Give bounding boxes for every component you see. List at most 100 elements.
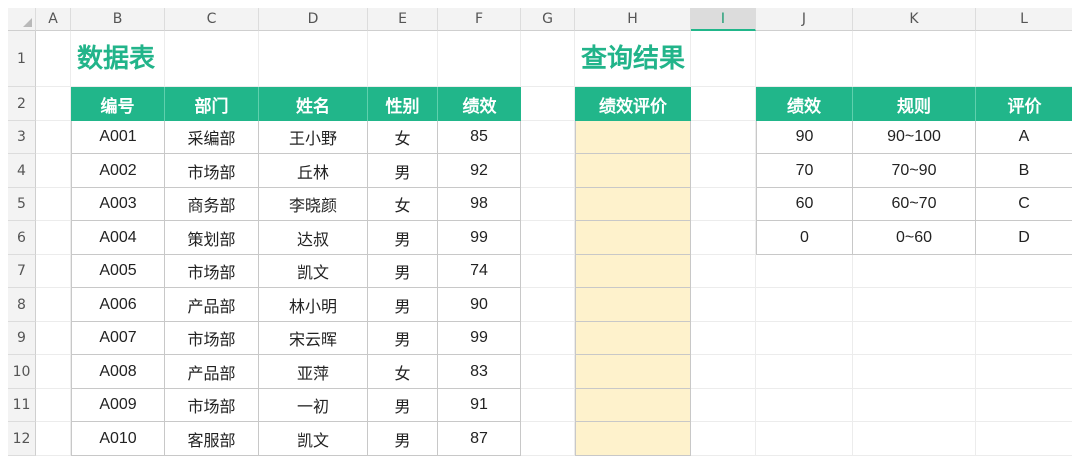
data-table-cell[interactable]: 99 <box>438 221 521 255</box>
rule-table-cell[interactable]: 90~100 <box>853 121 976 154</box>
data-table-header[interactable]: 绩效 <box>438 87 521 121</box>
row-header-4[interactable]: 4 <box>8 154 36 188</box>
row-header-9[interactable]: 9 <box>8 322 36 355</box>
data-table-cell[interactable]: 一初 <box>259 389 368 422</box>
query-result-cell[interactable] <box>575 221 691 255</box>
row-header-10[interactable]: 10 <box>8 355 36 389</box>
data-table-cell[interactable]: 采编部 <box>165 121 259 154</box>
query-result-cell[interactable] <box>575 121 691 154</box>
row-header-7[interactable]: 7 <box>8 255 36 288</box>
data-table-cell[interactable]: 市场部 <box>165 154 259 188</box>
query-result-cell[interactable] <box>575 288 691 322</box>
data-table-cell[interactable]: 90 <box>438 288 521 322</box>
column-header-k[interactable]: K <box>853 8 976 31</box>
data-table-cell[interactable]: 男 <box>368 154 438 188</box>
column-header-f[interactable]: F <box>438 8 521 31</box>
data-table-cell[interactable]: A010 <box>71 422 165 456</box>
select-all-corner[interactable] <box>8 8 36 31</box>
rule-table-cell[interactable]: 60 <box>756 188 853 221</box>
row-header-5[interactable]: 5 <box>8 188 36 221</box>
rule-table-cell[interactable]: D <box>976 221 1073 255</box>
rule-table-cell[interactable]: 90 <box>756 121 853 154</box>
data-table-header[interactable]: 部门 <box>165 87 259 121</box>
data-table-cell[interactable]: A002 <box>71 154 165 188</box>
data-table-header[interactable]: 性别 <box>368 87 438 121</box>
column-header-e[interactable]: E <box>368 8 438 31</box>
row-header-3[interactable]: 3 <box>8 121 36 154</box>
data-table-cell[interactable]: 市场部 <box>165 389 259 422</box>
data-table-cell[interactable]: 男 <box>368 389 438 422</box>
data-table-cell[interactable]: 丘林 <box>259 154 368 188</box>
query-result-header[interactable]: 绩效评价 <box>575 87 691 121</box>
query-result-cell[interactable] <box>575 255 691 288</box>
data-table-cell[interactable]: A005 <box>71 255 165 288</box>
data-table-cell[interactable]: 92 <box>438 154 521 188</box>
data-table-cell[interactable]: 男 <box>368 422 438 456</box>
query-result-cell[interactable] <box>575 154 691 188</box>
data-table-cell[interactable]: A008 <box>71 355 165 389</box>
rule-table-cell[interactable]: 0~60 <box>853 221 976 255</box>
data-table-cell[interactable]: A007 <box>71 322 165 355</box>
rule-table-header[interactable]: 评价 <box>976 87 1073 121</box>
rule-table-header[interactable]: 规则 <box>853 87 976 121</box>
row-header-8[interactable]: 8 <box>8 288 36 322</box>
data-table-cell[interactable]: 男 <box>368 322 438 355</box>
rule-table-cell[interactable]: B <box>976 154 1073 188</box>
data-table-cell[interactable]: 市场部 <box>165 255 259 288</box>
row-header-2[interactable]: 2 <box>8 87 36 121</box>
data-table-cell[interactable]: 98 <box>438 188 521 221</box>
data-table-cell[interactable]: 女 <box>368 188 438 221</box>
data-table-cell[interactable]: 女 <box>368 121 438 154</box>
data-table-cell[interactable]: 商务部 <box>165 188 259 221</box>
data-table-cell[interactable]: 99 <box>438 322 521 355</box>
column-header-l[interactable]: L <box>976 8 1073 31</box>
column-header-h[interactable]: H <box>575 8 691 31</box>
data-table-cell[interactable]: 亚萍 <box>259 355 368 389</box>
data-table-cell[interactable]: 74 <box>438 255 521 288</box>
data-table-cell[interactable]: 83 <box>438 355 521 389</box>
data-table-cell[interactable]: 林小明 <box>259 288 368 322</box>
row-header-6[interactable]: 6 <box>8 221 36 255</box>
rule-table-cell[interactable]: A <box>976 121 1073 154</box>
column-header-a[interactable]: A <box>36 8 71 31</box>
data-table-cell[interactable]: 85 <box>438 121 521 154</box>
data-table-cell[interactable]: 李晓颜 <box>259 188 368 221</box>
data-table-cell[interactable]: 凯文 <box>259 255 368 288</box>
query-result-cell[interactable] <box>575 389 691 422</box>
data-table-cell[interactable]: A003 <box>71 188 165 221</box>
column-header-i[interactable]: I <box>691 8 756 31</box>
data-table-cell[interactable]: 产品部 <box>165 355 259 389</box>
query-result-cell[interactable] <box>575 322 691 355</box>
data-table-header[interactable]: 姓名 <box>259 87 368 121</box>
column-header-b[interactable]: B <box>71 8 165 31</box>
rule-table-cell[interactable]: 70~90 <box>853 154 976 188</box>
rule-table-cell[interactable]: C <box>976 188 1073 221</box>
data-table-cell[interactable]: A009 <box>71 389 165 422</box>
column-header-c[interactable]: C <box>165 8 259 31</box>
data-table-cell[interactable]: 女 <box>368 355 438 389</box>
data-table-cell[interactable]: 策划部 <box>165 221 259 255</box>
data-table-cell[interactable]: 91 <box>438 389 521 422</box>
data-table-cell[interactable]: A006 <box>71 288 165 322</box>
data-table-cell[interactable]: 宋云晖 <box>259 322 368 355</box>
data-table-cell[interactable]: 凯文 <box>259 422 368 456</box>
data-table-cell[interactable]: 市场部 <box>165 322 259 355</box>
data-table-cell[interactable]: 达叔 <box>259 221 368 255</box>
rule-table-cell[interactable]: 0 <box>756 221 853 255</box>
data-table-cell[interactable]: 王小野 <box>259 121 368 154</box>
data-table-cell[interactable]: 产品部 <box>165 288 259 322</box>
data-table-cell[interactable]: A001 <box>71 121 165 154</box>
data-table-cell[interactable]: 87 <box>438 422 521 456</box>
data-table-cell[interactable]: A004 <box>71 221 165 255</box>
rule-table-header[interactable]: 绩效 <box>756 87 853 121</box>
data-table-cell[interactable]: 男 <box>368 221 438 255</box>
data-table-cell[interactable]: 男 <box>368 288 438 322</box>
column-header-g[interactable]: G <box>521 8 575 31</box>
column-header-d[interactable]: D <box>259 8 368 31</box>
rule-table-cell[interactable]: 60~70 <box>853 188 976 221</box>
data-table-cell[interactable]: 男 <box>368 255 438 288</box>
row-header-11[interactable]: 11 <box>8 389 36 422</box>
row-header-1[interactable]: 1 <box>8 31 36 87</box>
query-result-cell[interactable] <box>575 422 691 456</box>
query-result-cell[interactable] <box>575 188 691 221</box>
